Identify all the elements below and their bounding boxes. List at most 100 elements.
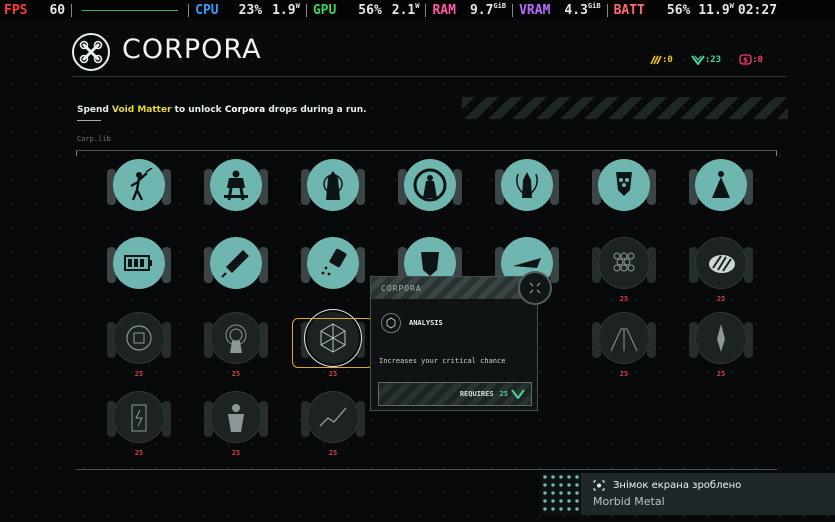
currency-value: :23 [704, 54, 722, 65]
corpora-slot[interactable]: 25 [689, 237, 753, 303]
currency-claw: :0 [650, 54, 673, 65]
separator [305, 3, 307, 17]
corpora-slot[interactable]: 25 [204, 391, 268, 457]
ram-value: 9.7GiB [469, 1, 507, 18]
selection-highlight [292, 318, 374, 368]
corpora-slot[interactable]: 25 [592, 312, 656, 378]
performance-overlay: FPS 60 CPU 23% 1.9W GPU 56% 2.1W RAM 9.7… [0, 0, 835, 20]
cost-label: 25 [231, 370, 241, 378]
corpora-slot[interactable] [398, 159, 462, 215]
batt-label: BATT [613, 2, 645, 18]
corpora-slot[interactable]: 25 [107, 312, 171, 378]
claw-mark-icon [709, 255, 735, 273]
void-v-icon [691, 54, 705, 65]
page-title: CORPORA [122, 34, 262, 65]
tooltip-title: CORPORA [381, 284, 422, 293]
library-label: Corp.lib [77, 135, 111, 143]
currency-value: :0 [752, 54, 763, 65]
toast-title: Знімок екрана зроблено [613, 480, 742, 491]
mask-icon [421, 252, 439, 276]
corpora-tooltip: CORPORA ANALYSIS Increases your critical… [370, 271, 552, 411]
screenshot-toast[interactable]: Знімок екрана зроблено Morbid Metal [541, 473, 835, 515]
cost-label: 25 [716, 295, 726, 303]
cpu-load: 23% [238, 2, 263, 18]
sage-icon [413, 168, 447, 202]
cost-label: 25 [231, 449, 241, 457]
syringe-icon [221, 250, 249, 278]
corpora-slot[interactable] [495, 159, 559, 215]
currency-value: :0 [662, 54, 673, 65]
tooltip-item: ANALYSIS [381, 313, 443, 333]
decorative-stripes [462, 97, 788, 119]
brain-chip-icon [126, 325, 152, 351]
void-v-icon [511, 389, 525, 399]
hooded-figure-icon [323, 171, 343, 200]
requires-value: 25 [499, 390, 508, 398]
graph-icon [319, 407, 347, 427]
cost-label: 25 [134, 449, 144, 457]
cost-label: 25 [619, 295, 629, 303]
currency-dollar: $ :0 [739, 54, 763, 65]
corpora-slot[interactable]: 25 [689, 312, 753, 378]
corpora-slot[interactable] [592, 159, 656, 215]
intro-underline [77, 120, 101, 121]
hexagon-grid-icon [613, 252, 635, 272]
fps-graph [82, 9, 179, 11]
blade-icon [717, 324, 725, 352]
cpu-label: CPU [195, 2, 219, 18]
screenshot-thumbnail [541, 473, 581, 515]
unlock-requirement-button[interactable]: REQUIRES 25 [378, 382, 532, 406]
corpora-slot[interactable]: 25 [592, 237, 656, 303]
corpora-slot[interactable]: 25 [204, 312, 268, 378]
cost-label: 25 [619, 370, 629, 378]
cost-label: 25 [328, 370, 338, 378]
battery-icon [124, 255, 152, 271]
cpu-power: 1.9W [272, 1, 300, 18]
swordsman-icon [130, 168, 153, 201]
svg-text:$: $ [743, 57, 748, 65]
requires-label: REQUIRES [459, 390, 494, 398]
separator [606, 3, 608, 17]
toast-app-name: Morbid Metal [593, 495, 665, 508]
corpora-logo-icon [72, 33, 110, 71]
cost-label: 25 [328, 449, 338, 457]
intro-text: Spend Void Matter to unlock Corpora drop… [77, 105, 367, 115]
separator [425, 3, 427, 17]
currency-void: :23 [691, 54, 721, 65]
energy-cell-icon [131, 404, 147, 432]
corpora-slot[interactable] [301, 159, 365, 215]
claw-icon [650, 55, 662, 64]
corpora-slot[interactable]: 25 [301, 391, 365, 457]
brute-icon [224, 170, 248, 201]
tooltip-item-name: ANALYSIS [409, 319, 443, 327]
gpu-power: 2.1W [391, 1, 420, 18]
fps-value: 60 [49, 2, 66, 18]
tunnel-icon [610, 328, 638, 352]
ram-label: RAM [432, 2, 456, 18]
gpu-load: 56% [358, 2, 382, 18]
target-dummy-icon [228, 404, 244, 432]
clock: 02:27 [737, 2, 778, 18]
corpora-slot[interactable] [301, 237, 365, 293]
vram-label: VRAM [519, 2, 551, 18]
header-divider [72, 76, 787, 77]
corpora-slot[interactable] [107, 159, 171, 215]
corpora-slot[interactable]: 25 [107, 391, 171, 457]
batt-power: 11.9W [698, 1, 734, 18]
corpora-slot[interactable] [204, 159, 268, 215]
dollar-shield-icon: $ [739, 54, 752, 65]
radar-figure-icon [225, 324, 247, 353]
cost-label: 25 [134, 370, 144, 378]
batt-percent: 56% [666, 2, 691, 18]
analysis-icon [381, 313, 401, 333]
cost-label: 25 [716, 370, 726, 378]
reaper-icon [516, 172, 538, 198]
corpora-slot[interactable] [107, 237, 171, 293]
masked-warrior-icon [616, 172, 632, 196]
fps-label: FPS [4, 2, 28, 18]
corpora-slot[interactable] [689, 159, 753, 215]
corpora-slot[interactable] [204, 237, 268, 293]
vram-value: 4.3GiB [564, 1, 601, 18]
tooltip-description: Increases your critical chance [379, 357, 506, 365]
expand-icon [518, 271, 552, 305]
